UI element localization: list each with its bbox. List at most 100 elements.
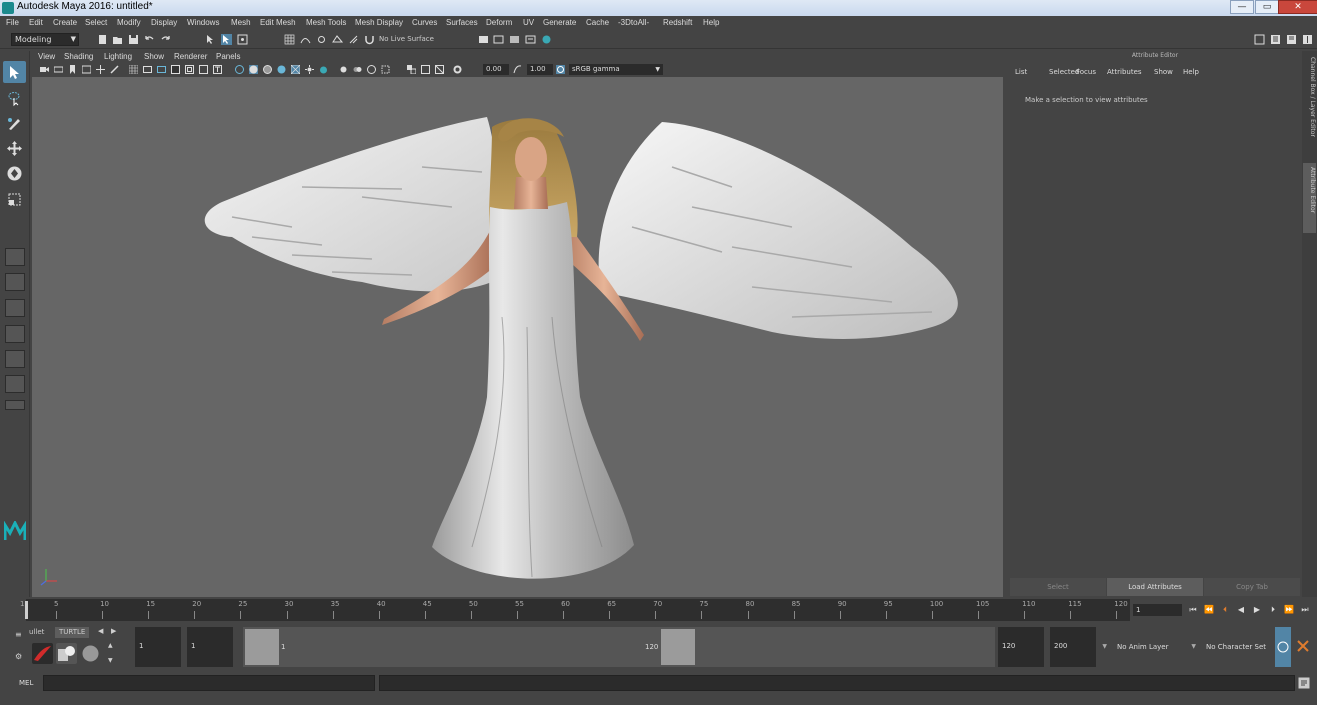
ipr-render-icon[interactable]: [493, 34, 504, 45]
render-settings-icon[interactable]: [509, 34, 520, 45]
menu-surfaces[interactable]: Surfaces: [446, 18, 478, 27]
safe-action-icon[interactable]: [199, 65, 208, 74]
menu-modify[interactable]: Modify: [117, 18, 141, 27]
auto-keyframe-icon[interactable]: [1275, 627, 1291, 667]
attr-menu-attributes[interactable]: Attributes: [1107, 68, 1142, 76]
persp-uv-layout-button[interactable]: [5, 375, 25, 393]
make-live-icon[interactable]: [348, 34, 359, 45]
four-view-layout-button[interactable]: [5, 273, 25, 291]
menu-cache[interactable]: Cache: [586, 18, 609, 27]
view-transform-dropdown[interactable]: sRGB gamma ▼: [569, 64, 663, 75]
current-time-marker[interactable]: [25, 601, 28, 619]
shelf-tab-turtle[interactable]: TURTLE: [55, 627, 90, 638]
color-management-icon[interactable]: [556, 65, 565, 74]
render-view-icon[interactable]: [541, 34, 552, 45]
select-tool[interactable]: [3, 61, 26, 83]
redo-icon[interactable]: [160, 34, 171, 45]
film-gate-icon[interactable]: [143, 65, 152, 74]
use-all-lights-icon[interactable]: [291, 65, 300, 74]
menu-mesh-tools[interactable]: Mesh Tools: [306, 18, 346, 27]
range-end-handle[interactable]: [661, 629, 695, 665]
menu-3dtoall[interactable]: -3DtoAll-: [618, 18, 649, 27]
character-set-dropdown[interactable]: No Character Set: [1202, 627, 1272, 667]
single-perspective-layout-button[interactable]: [5, 248, 25, 266]
turtle-render-icon[interactable]: [32, 643, 53, 664]
lasso-tool[interactable]: [3, 87, 26, 109]
scale-tool[interactable]: [3, 188, 26, 210]
copy-tab-button[interactable]: Copy Tab: [1204, 578, 1300, 596]
workspace-icon[interactable]: [1254, 34, 1265, 45]
exposure-icon[interactable]: [453, 65, 462, 74]
move-tool[interactable]: [3, 137, 26, 159]
new-scene-icon[interactable]: [97, 34, 108, 45]
menu-select[interactable]: Select: [85, 18, 107, 27]
shelf-menu-icon[interactable]: ≡: [15, 630, 22, 639]
motion-blur-icon[interactable]: [339, 65, 348, 74]
start-time-field[interactable]: 1: [135, 627, 181, 667]
persp-graph-layout-button[interactable]: [5, 325, 25, 343]
menu-edit[interactable]: Edit: [29, 18, 43, 27]
menu-mesh-display[interactable]: Mesh Display: [355, 18, 403, 27]
menu-display[interactable]: Display: [151, 18, 177, 27]
turtle-shader-icon[interactable]: [80, 643, 101, 664]
toggle-channel-box-icon[interactable]: [1302, 34, 1313, 45]
textured-icon[interactable]: [277, 65, 286, 74]
image-plane-icon[interactable]: [82, 65, 91, 74]
step-forward-frame-button[interactable]: ⏩: [1282, 604, 1296, 616]
viewport-menu-renderer[interactable]: Renderer: [174, 52, 207, 61]
grease-pencil-icon[interactable]: [110, 65, 119, 74]
menu-help[interactable]: Help: [703, 18, 719, 27]
attr-menu-focus[interactable]: Focus: [1076, 68, 1096, 76]
end-time-field[interactable]: 200: [1050, 627, 1096, 667]
toggle-attr-editor-icon[interactable]: [1270, 34, 1281, 45]
gamma-field[interactable]: 1.00: [527, 64, 553, 75]
anim-layer-left-arrow[interactable]: ▼: [1100, 627, 1110, 667]
select-component-icon[interactable]: [237, 34, 248, 45]
menu-file[interactable]: File: [6, 18, 19, 27]
menu-windows[interactable]: Windows: [187, 18, 219, 27]
shelf-settings-icon[interactable]: ⚙: [15, 652, 22, 661]
minimize-button[interactable]: —: [1230, 0, 1254, 14]
select-button[interactable]: Select: [1010, 578, 1106, 596]
camera-icon[interactable]: [40, 65, 49, 74]
gamma-icon[interactable]: [513, 65, 522, 74]
menu-set-selector[interactable]: Modeling ▼: [11, 33, 79, 46]
step-forward-key-button[interactable]: ⏵: [1266, 604, 1280, 616]
play-forwards-button[interactable]: ▶: [1250, 604, 1264, 616]
attr-menu-list[interactable]: List: [1015, 68, 1027, 76]
script-language-label[interactable]: MEL: [19, 679, 33, 687]
bookmark-icon[interactable]: [68, 65, 77, 74]
script-editor-icon[interactable]: [1298, 677, 1310, 689]
tab-attribute-editor[interactable]: Attribute Editor: [1303, 163, 1316, 233]
viewport-menu-view[interactable]: View: [38, 52, 55, 61]
animation-preferences-icon[interactable]: [1295, 638, 1311, 654]
screen-space-ao-icon[interactable]: [319, 65, 328, 74]
play-backwards-button[interactable]: ◀: [1234, 604, 1248, 616]
shelf-tab-bullet[interactable]: ullet: [25, 627, 48, 638]
time-slider[interactable]: 1 5 10 15 20 25 30 35 40 45 50 55 60 65 70 75 80 85 90 95 1…: [20, 599, 1130, 621]
menu-redshift[interactable]: Redshift: [663, 18, 692, 27]
go-to-start-button[interactable]: ⏮: [1186, 604, 1200, 616]
menu-create[interactable]: Create: [53, 18, 77, 27]
depth-of-field-icon[interactable]: [367, 65, 376, 74]
two-d-pan-icon[interactable]: [96, 65, 105, 74]
mel-command-input[interactable]: [43, 675, 375, 691]
snap-view-plane-icon[interactable]: [332, 34, 343, 45]
snap-grid-icon[interactable]: [284, 34, 295, 45]
xray-joints-icon[interactable]: [421, 65, 430, 74]
select-object-icon[interactable]: [221, 34, 232, 45]
chevron-right-icon[interactable]: ▶: [111, 627, 116, 635]
wireframe-icon[interactable]: [235, 65, 244, 74]
load-attributes-button[interactable]: Load Attributes: [1107, 578, 1203, 596]
menu-deform[interactable]: Deform: [486, 18, 512, 27]
magnet-icon[interactable]: [364, 34, 375, 45]
grid-icon[interactable]: [129, 65, 138, 74]
snap-point-icon[interactable]: [316, 34, 327, 45]
anim-layer-dropdown[interactable]: No Anim Layer ▼: [1113, 627, 1199, 667]
viewport-menu-panels[interactable]: Panels: [216, 52, 240, 61]
render-frame-icon[interactable]: [478, 34, 489, 45]
playback-start-field[interactable]: 1: [187, 627, 233, 667]
custom-layout-button[interactable]: [5, 400, 25, 410]
menu-edit-mesh[interactable]: Edit Mesh: [260, 18, 296, 27]
isolate-select-icon[interactable]: [381, 65, 390, 74]
